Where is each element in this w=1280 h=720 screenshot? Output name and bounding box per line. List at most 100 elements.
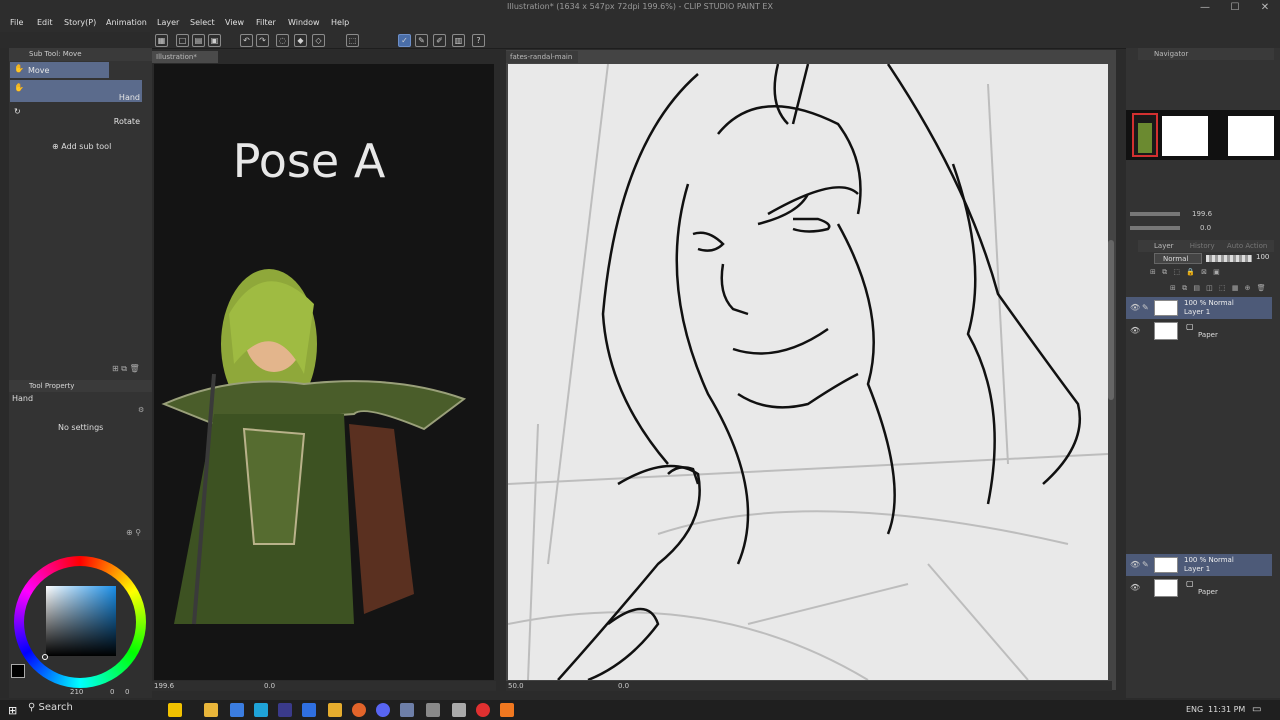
firefox-icon[interactable] <box>352 703 366 717</box>
tab-history[interactable]: History <box>1190 242 1215 250</box>
open-icon[interactable]: ▤ <box>192 34 205 47</box>
tab-layer[interactable]: Layer <box>1154 242 1174 250</box>
opacity-slider[interactable] <box>1206 255 1252 262</box>
fill-icon[interactable]: ◆ <box>294 34 307 47</box>
layer1-lower-thumbnail <box>1154 557 1178 573</box>
opera-icon[interactable] <box>476 703 490 717</box>
notes-icon[interactable] <box>328 703 342 717</box>
discord-icon[interactable] <box>376 703 390 717</box>
color-picker-cursor[interactable] <box>42 654 48 660</box>
app-icon[interactable] <box>230 703 244 717</box>
navigator-thumb-lineart[interactable] <box>1228 116 1274 156</box>
edge-icon[interactable] <box>254 703 268 717</box>
lasso-icon[interactable]: ◌ <box>276 34 289 47</box>
tab-auto-action[interactable]: Auto Action <box>1227 242 1267 250</box>
navigator-thumb-sketch[interactable] <box>1162 116 1208 156</box>
ruler-snap-icon[interactable]: ✓ <box>398 34 411 47</box>
file-explorer-icon[interactable] <box>204 703 218 717</box>
layer-lock-icons[interactable]: ⊞ ⧉ ⬚ 🔒 ⊠ ▣ <box>1150 268 1222 277</box>
app2-icon[interactable] <box>452 703 466 717</box>
canvas2-zoom[interactable]: 50.0 <box>508 681 524 691</box>
canvas1-status-bar: 199.6 0.0 <box>152 681 496 691</box>
layer-action-icons[interactable]: ⊞ ⧉ ▤ ◫ ⬚ ▦ ⊕ 🗑 <box>1170 284 1268 293</box>
maximize-button[interactable]: ☐ <box>1220 0 1250 16</box>
document-icon[interactable]: ▥ <box>452 34 465 47</box>
taskbar-search[interactable]: ⚲ Search <box>28 702 158 718</box>
menu-select[interactable]: Select <box>190 18 215 27</box>
clip-studio-assets-icon[interactable] <box>426 703 440 717</box>
shape-icon[interactable]: ◇ <box>312 34 325 47</box>
menu-filter[interactable]: Filter <box>256 18 276 27</box>
subtool-move[interactable]: ✋ Move <box>10 62 109 78</box>
tab-fates-randal[interactable]: fates-randal-main <box>506 51 578 63</box>
reference-canvas[interactable]: Pose A <box>154 64 494 680</box>
windows-start-icon[interactable]: ⊞ <box>8 704 17 717</box>
no-settings-text: No settings <box>58 423 104 432</box>
redo-icon[interactable]: ↷ <box>256 34 269 47</box>
navigator-rotate-slider[interactable] <box>1130 226 1180 230</box>
new-canvas-icon[interactable]: ▦ <box>155 34 168 47</box>
notification-icon[interactable]: ▭ <box>1252 704 1261 715</box>
tool-property-header: Tool Property <box>9 380 152 392</box>
menu-file[interactable]: File <box>10 18 23 27</box>
pen-edit-icon[interactable]: ✎ <box>1142 560 1149 569</box>
help-icon[interactable]: ? <box>472 34 485 47</box>
minimize-button[interactable]: — <box>1190 0 1220 16</box>
clip-studio-icon[interactable] <box>400 703 414 717</box>
layer-row-paper[interactable]: 👁 ▢ Paper <box>1126 320 1272 342</box>
subtool-menu-icons[interactable]: ⊞ ⧉ 🗑 <box>112 364 140 374</box>
brush-icon[interactable]: ✎ <box>415 34 428 47</box>
subtool-hand[interactable]: ✋ Hand <box>10 80 142 102</box>
clock[interactable]: 11:31 PM <box>1208 705 1245 714</box>
new-file-icon[interactable]: □ <box>176 34 189 47</box>
tool-strip <box>0 48 9 698</box>
paper-lower-name: Paper <box>1198 588 1218 596</box>
pen-icon[interactable]: ✐ <box>433 34 446 47</box>
menu-window[interactable]: Window <box>288 18 320 27</box>
canvas1-angle[interactable]: 0.0 <box>264 681 275 691</box>
zoom-search-icon[interactable]: ⊕ ⚲ <box>126 528 141 537</box>
settings-icon[interactable]: ⚙ <box>138 406 144 414</box>
vlc-icon[interactable] <box>500 703 514 717</box>
main-color-swatch[interactable] <box>11 664 25 678</box>
transform-icon[interactable]: ⬚ <box>346 34 359 47</box>
saturation-value-square[interactable] <box>46 586 116 656</box>
menu-animation[interactable]: Animation <box>106 18 147 27</box>
canvas2-status-bar: 50.0 0.0 <box>506 681 1112 691</box>
layer1-blend: 100 % Normal <box>1184 299 1234 307</box>
save-icon[interactable]: ▣ <box>208 34 221 47</box>
eye-icon[interactable]: 👁 <box>1130 303 1140 312</box>
add-subtool-button[interactable]: ⊕ Add sub tool <box>52 142 111 151</box>
menu-view[interactable]: View <box>225 18 244 27</box>
canvas1-zoom[interactable]: 199.6 <box>154 681 174 691</box>
pen-edit-icon[interactable]: ✎ <box>1142 303 1149 312</box>
language-indicator[interactable]: ENG <box>1186 705 1203 714</box>
menu-edit[interactable]: Edit <box>37 18 53 27</box>
navigator-angle[interactable]: 0.0 <box>1200 224 1211 232</box>
navigator-zoom-slider[interactable] <box>1130 212 1180 216</box>
canvas2-angle[interactable]: 0.0 <box>618 681 629 691</box>
subtool-rotate[interactable]: ↻ Rotate <box>10 104 142 126</box>
sparkle-icon[interactable] <box>168 703 182 717</box>
opacity-value[interactable]: 100 <box>1256 253 1269 261</box>
close-button[interactable]: ✕ <box>1250 0 1280 16</box>
navigator-thumb-pose[interactable] <box>1132 113 1158 157</box>
tab-illustration[interactable]: Illustration* <box>152 51 218 63</box>
eye-icon[interactable]: 👁 <box>1130 560 1140 569</box>
navigator-zoom[interactable]: 199.6 <box>1192 210 1212 218</box>
canvas2-scrollbar[interactable] <box>1108 240 1114 400</box>
blend-mode-select[interactable]: Normal <box>1154 253 1202 264</box>
sketch-canvas[interactable] <box>508 64 1108 680</box>
layer-row-layer1-lower[interactable]: 👁 ✎ 100 % Normal Layer 1 <box>1126 554 1272 576</box>
store-icon[interactable] <box>278 703 292 717</box>
menu-story[interactable]: Story(P) <box>64 18 96 27</box>
paper-icon: ▢ <box>1186 322 1194 331</box>
menu-layer[interactable]: Layer <box>157 18 179 27</box>
mail-icon[interactable] <box>302 703 316 717</box>
eye-icon[interactable]: 👁 <box>1130 326 1140 335</box>
layer-row-paper-lower[interactable]: 👁 ▢ Paper <box>1126 577 1272 599</box>
eye-icon[interactable]: 👁 <box>1130 583 1140 592</box>
menu-help[interactable]: Help <box>331 18 349 27</box>
undo-icon[interactable]: ↶ <box>240 34 253 47</box>
layer-row-layer1[interactable]: 👁 ✎ 100 % Normal Layer 1 <box>1126 297 1272 319</box>
